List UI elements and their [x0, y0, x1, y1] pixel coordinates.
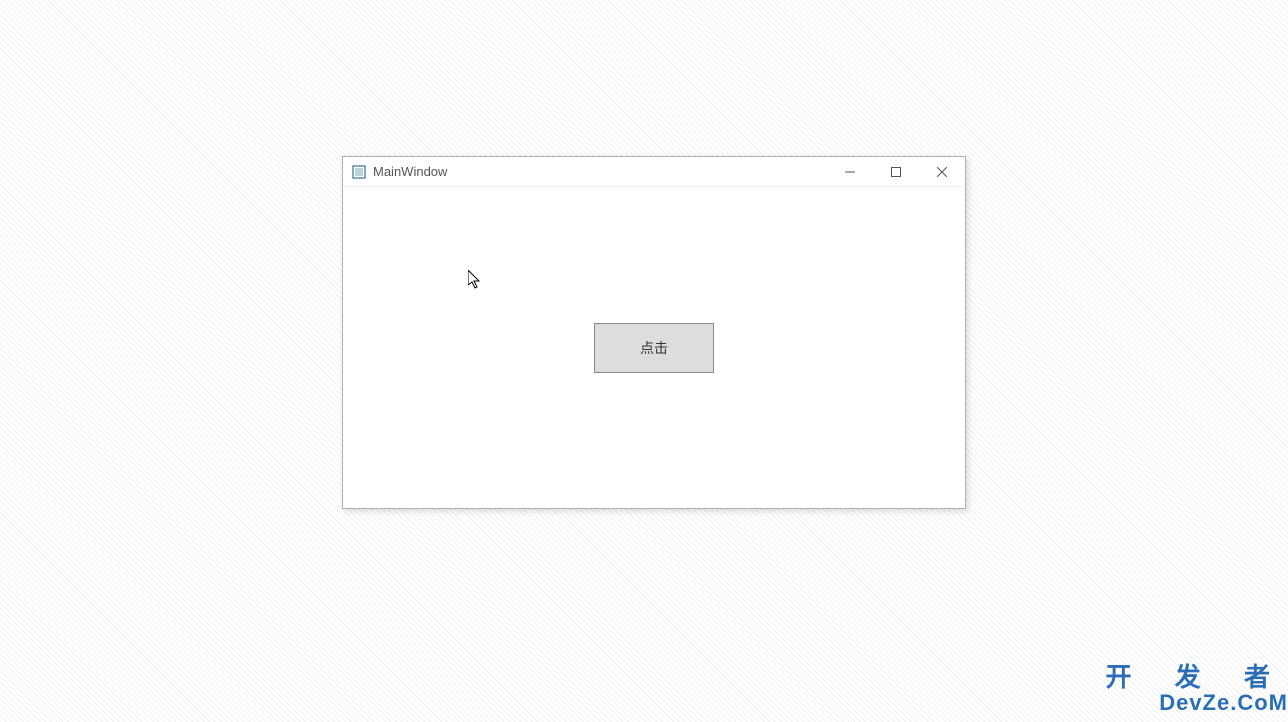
click-button[interactable]: 点击 — [594, 323, 714, 373]
watermark-chinese: 开 发 者 — [1106, 664, 1288, 690]
maximize-icon — [891, 167, 901, 177]
close-button[interactable] — [919, 157, 965, 186]
close-icon — [937, 167, 947, 177]
window-title: MainWindow — [373, 164, 827, 179]
window-controls — [827, 157, 965, 186]
main-window: MainWindow 点击 — [342, 156, 966, 509]
maximize-button[interactable] — [873, 157, 919, 186]
titlebar[interactable]: MainWindow — [343, 157, 965, 187]
minimize-icon — [845, 167, 855, 177]
minimize-button[interactable] — [827, 157, 873, 186]
watermark-english: DevZe.CoM — [1106, 692, 1288, 714]
window-content: 点击 — [343, 187, 965, 508]
watermark: 开 发 者 DevZe.CoM — [1106, 664, 1288, 714]
app-icon — [351, 164, 367, 180]
